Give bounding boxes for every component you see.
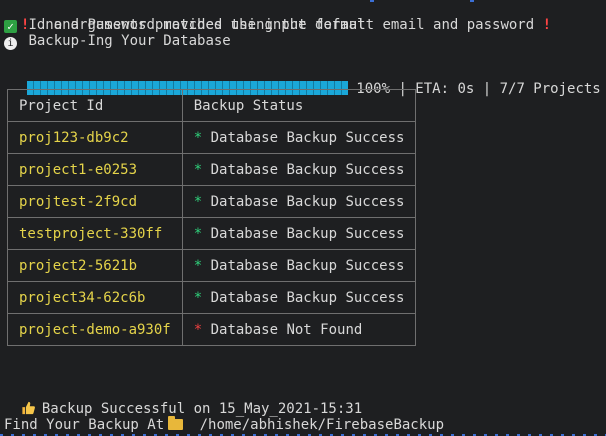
terminal-line-validated: ✓ Id and Password matches the input form… <box>4 17 366 33</box>
project-id-cell: project34-62c6b <box>7 281 183 314</box>
thumbs-up-icon <box>22 401 35 415</box>
status-text: Database Backup Success <box>210 257 405 274</box>
header-project-id: Project Id <box>7 89 183 122</box>
status-text: Database Backup Success <box>210 129 405 146</box>
folder-icon <box>168 416 184 430</box>
terminal-line-backing-up: i Backup-Ing Your Database <box>4 33 231 50</box>
status-cell: * Database Backup Success <box>181 281 417 314</box>
project-id-cell: projtest-2f9cd <box>7 185 183 218</box>
success-star-icon: * <box>193 257 203 274</box>
status-text: Database Not Found <box>210 321 363 338</box>
table-row: project1-e0253 * Database Backup Success <box>7 153 417 186</box>
status-cell: * Database Backup Success <box>181 153 417 186</box>
info-icon: i <box>4 37 17 50</box>
validation-message: Id and Password matches the input format <box>28 17 366 33</box>
terminal-line-warning: ! no arguments provided using the defaul… <box>4 1 551 33</box>
project-id-cell: project-demo-a930f <box>7 313 183 346</box>
table-row: projtest-2f9cd * Database Backup Success <box>7 185 417 218</box>
failure-star-icon: * <box>193 321 203 338</box>
status-text: Database Backup Success <box>210 161 405 178</box>
exclamation-icon: ! <box>542 17 552 33</box>
project-id-cell: project2-5621b <box>7 249 183 282</box>
status-cell: * Database Backup Success <box>181 217 417 250</box>
project-id-cell: proj123-db9c2 <box>7 121 183 154</box>
success-star-icon: * <box>193 161 203 178</box>
check-icon: ✓ <box>4 20 17 33</box>
table-row: project34-62c6b * Database Backup Success <box>7 281 417 314</box>
table-row: proj123-db9c2 * Database Backup Success <box>7 121 417 154</box>
progress-row: 100% | ETA: 0s | 7/7 Projects <box>10 65 601 97</box>
project-id-cell: project1-e0253 <box>7 153 183 186</box>
status-cell: * Database Not Found <box>181 313 417 346</box>
header-backup-status: Backup Status <box>181 89 417 122</box>
status-text: Database Backup Success <box>210 289 405 306</box>
table-row: project-demo-a930f * Database Not Found <box>7 313 417 346</box>
table-header-row: Project Id Backup Status <box>7 89 417 122</box>
backup-status-table: Project Id Backup Status proj123-db9c2 * … <box>7 89 417 346</box>
success-message: Backup Successful on 15_May_2021-15:31 <box>41 401 363 417</box>
location-label: Find Your Backup At <box>4 417 165 433</box>
success-star-icon: * <box>193 289 203 306</box>
backup-progress-message: Backup-Ing Your Database <box>28 33 231 49</box>
status-cell: * Database Backup Success <box>181 185 417 218</box>
success-star-icon: * <box>193 193 203 210</box>
status-text: Database Backup Success <box>210 193 405 210</box>
project-id-cell: testproject-330ff <box>7 217 183 250</box>
status-text: Database Backup Success <box>210 225 405 242</box>
success-star-icon: * <box>193 225 203 242</box>
status-cell: * Database Backup Success <box>181 249 417 282</box>
table-row: testproject-330ff * Database Backup Succe… <box>7 217 417 250</box>
terminal-line-location: Find Your Backup At /home/abhishek/Fireb… <box>4 416 445 433</box>
status-cell: * Database Backup Success <box>181 121 417 154</box>
table-row: project2-5621b * Database Backup Success <box>7 249 417 282</box>
location-path: /home/abhishek/FirebaseBackup <box>199 417 445 433</box>
success-star-icon: * <box>193 129 203 146</box>
terminal-line-success: Backup Successful on 15_May_2021-15:31 <box>4 385 362 417</box>
